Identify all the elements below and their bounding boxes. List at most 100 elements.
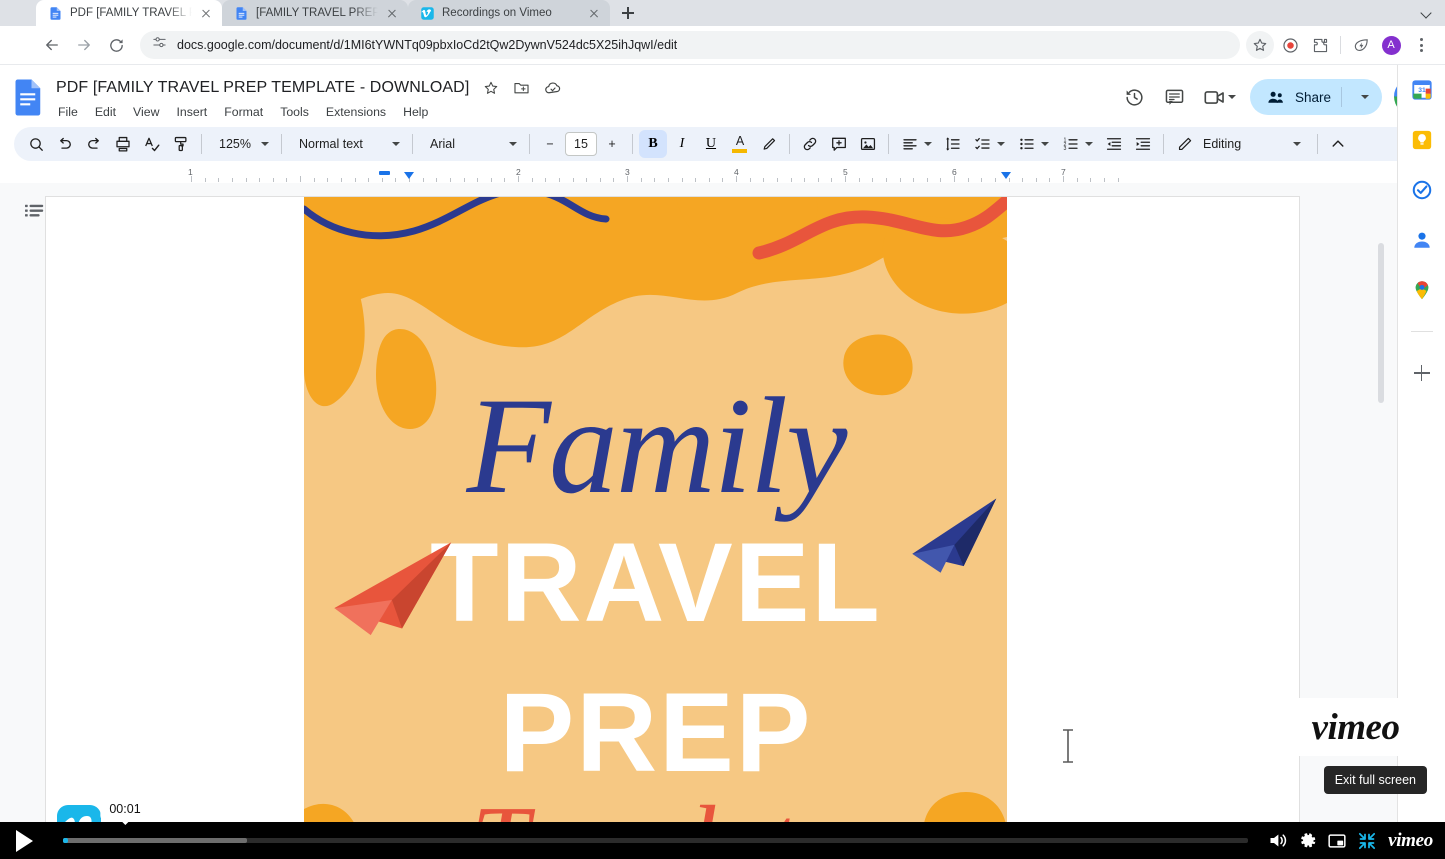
right-indent-marker[interactable] xyxy=(1001,172,1011,179)
browser-tab-0[interactable]: PDF [FAMILY TRAVEL PREP T xyxy=(36,0,222,26)
menu-insert[interactable]: Insert xyxy=(174,103,209,121)
picture-in-picture-button[interactable] xyxy=(1322,822,1352,859)
search-icon[interactable] xyxy=(22,130,50,158)
font-size-input[interactable]: 15 xyxy=(565,132,597,156)
insert-image-button[interactable] xyxy=(854,130,882,158)
bulleted-list-button[interactable] xyxy=(1012,130,1055,158)
performance-leaf-icon[interactable] xyxy=(1347,31,1375,59)
add-comment-button[interactable] xyxy=(825,130,853,158)
google-docs-icon xyxy=(48,6,63,21)
decrease-font-size-button[interactable]: − xyxy=(536,130,564,158)
insert-link-button[interactable] xyxy=(796,130,824,158)
print-button[interactable] xyxy=(109,130,137,158)
browser-tab-2[interactable]: Recordings on Vimeo xyxy=(408,0,610,26)
browser-profile-avatar[interactable]: A xyxy=(1377,31,1405,59)
star-icon[interactable] xyxy=(481,78,500,97)
video-progress-bar[interactable]: 00:01 xyxy=(63,822,1248,859)
document-page[interactable]: Family TRAVEL PREP Template xyxy=(46,197,1299,822)
decrease-indent-button[interactable] xyxy=(1100,130,1128,158)
bookmark-star-icon[interactable] xyxy=(1246,31,1274,59)
record-extension-icon[interactable] xyxy=(1276,31,1304,59)
toolbar-divider xyxy=(201,134,202,154)
add-addon-button[interactable] xyxy=(1411,362,1433,384)
version-history-icon[interactable] xyxy=(1117,79,1153,115)
menu-format[interactable]: Format xyxy=(222,103,265,121)
chevron-down-icon xyxy=(1041,142,1049,146)
play-button[interactable] xyxy=(12,830,33,852)
browser-menu-button[interactable] xyxy=(1407,31,1435,59)
menu-extensions[interactable]: Extensions xyxy=(324,103,388,121)
browser-tab-1[interactable]: [FAMILY TRAVEL PREP TEMP xyxy=(222,0,408,26)
chevron-down-icon[interactable] xyxy=(1417,3,1437,23)
share-dropdown-button[interactable] xyxy=(1352,79,1378,115)
minus-icon: − xyxy=(541,137,558,151)
paint-format-button[interactable] xyxy=(167,130,195,158)
address-bar[interactable]: docs.google.com/document/d/1MI6tYWNTq09p… xyxy=(140,31,1240,59)
first-line-indent-marker[interactable] xyxy=(379,171,390,175)
increase-indent-button[interactable] xyxy=(1129,130,1157,158)
google-calendar-icon[interactable]: 31 xyxy=(1411,79,1433,101)
close-icon[interactable] xyxy=(587,6,601,20)
reload-button[interactable] xyxy=(102,31,130,59)
forward-button[interactable] xyxy=(70,31,98,59)
google-meet-button[interactable] xyxy=(1197,79,1240,115)
bold-button[interactable]: B xyxy=(639,130,667,158)
settings-gear-button[interactable] xyxy=(1292,822,1322,859)
highlight-color-button[interactable] xyxy=(755,130,783,158)
ruler-scale: 1 2 3 4 5 6 7 xyxy=(183,167,1118,183)
font-selector[interactable]: Arial xyxy=(419,130,523,158)
italic-button[interactable]: I xyxy=(668,130,696,158)
editing-mode-value: Editing xyxy=(1198,137,1246,151)
undo-button[interactable] xyxy=(51,130,79,158)
back-button[interactable] xyxy=(38,31,66,59)
share-button[interactable]: Share xyxy=(1250,79,1382,115)
cloud-saved-icon[interactable] xyxy=(543,78,562,97)
extensions-puzzle-icon[interactable] xyxy=(1306,31,1334,59)
zoom-selector[interactable]: 125% xyxy=(208,130,275,158)
left-indent-marker[interactable] xyxy=(404,172,414,179)
google-keep-icon[interactable] xyxy=(1411,129,1433,151)
align-button[interactable] xyxy=(895,130,938,158)
google-docs-logo-icon[interactable] xyxy=(14,78,44,116)
toolbar-divider xyxy=(412,134,413,154)
close-icon[interactable] xyxy=(199,6,213,20)
menu-edit[interactable]: Edit xyxy=(93,103,118,121)
paragraph-style-selector[interactable]: Normal text xyxy=(288,130,406,158)
menu-view[interactable]: View xyxy=(131,103,161,121)
hide-menus-button[interactable] xyxy=(1324,130,1352,158)
close-icon[interactable] xyxy=(385,6,399,20)
google-tasks-icon[interactable] xyxy=(1411,179,1433,201)
menu-help[interactable]: Help xyxy=(401,103,430,121)
underline-button[interactable]: U xyxy=(697,130,725,158)
menu-tools[interactable]: Tools xyxy=(278,103,311,121)
editing-mode-dropdown[interactable] xyxy=(1283,130,1311,158)
site-settings-icon[interactable] xyxy=(152,35,167,55)
travel-prep-cover-image[interactable]: Family TRAVEL PREP Template xyxy=(304,197,1007,822)
document-title[interactable]: PDF [FAMILY TRAVEL PREP TEMPLATE - DOWNL… xyxy=(56,79,469,97)
plus-icon: + xyxy=(603,137,620,151)
chevron-down-icon xyxy=(1361,95,1369,99)
google-contacts-icon[interactable] xyxy=(1411,229,1433,251)
checklist-button[interactable] xyxy=(968,130,1011,158)
spelling-check-button[interactable] xyxy=(138,130,166,158)
omnibox-bar: docs.google.com/document/d/1MI6tYWNTq09p… xyxy=(0,26,1445,65)
editing-mode-selector[interactable]: Editing xyxy=(1170,130,1252,158)
document-canvas[interactable]: Family TRAVEL PREP Template xyxy=(0,183,1445,822)
numbered-list-button[interactable]: 123 xyxy=(1056,130,1099,158)
vimeo-recorder-widget[interactable] xyxy=(57,805,101,822)
exit-fullscreen-button[interactable] xyxy=(1352,822,1382,859)
increase-font-size-button[interactable]: + xyxy=(598,130,626,158)
new-tab-button[interactable] xyxy=(616,1,640,25)
text-color-button[interactable]: A xyxy=(726,130,754,158)
move-to-folder-icon[interactable] xyxy=(512,78,531,97)
line-spacing-button[interactable] xyxy=(939,130,967,158)
volume-button[interactable] xyxy=(1262,822,1292,859)
redo-button[interactable] xyxy=(80,130,108,158)
document-outline-button[interactable] xyxy=(24,202,46,222)
menu-file[interactable]: File xyxy=(56,103,80,121)
vimeo-icon[interactable] xyxy=(57,805,101,822)
document-scrollbar[interactable] xyxy=(1378,243,1384,403)
docs-ruler[interactable]: 1 2 3 4 5 6 7 xyxy=(0,167,1445,183)
comment-history-icon[interactable] xyxy=(1157,79,1193,115)
google-maps-icon[interactable] xyxy=(1411,279,1433,301)
